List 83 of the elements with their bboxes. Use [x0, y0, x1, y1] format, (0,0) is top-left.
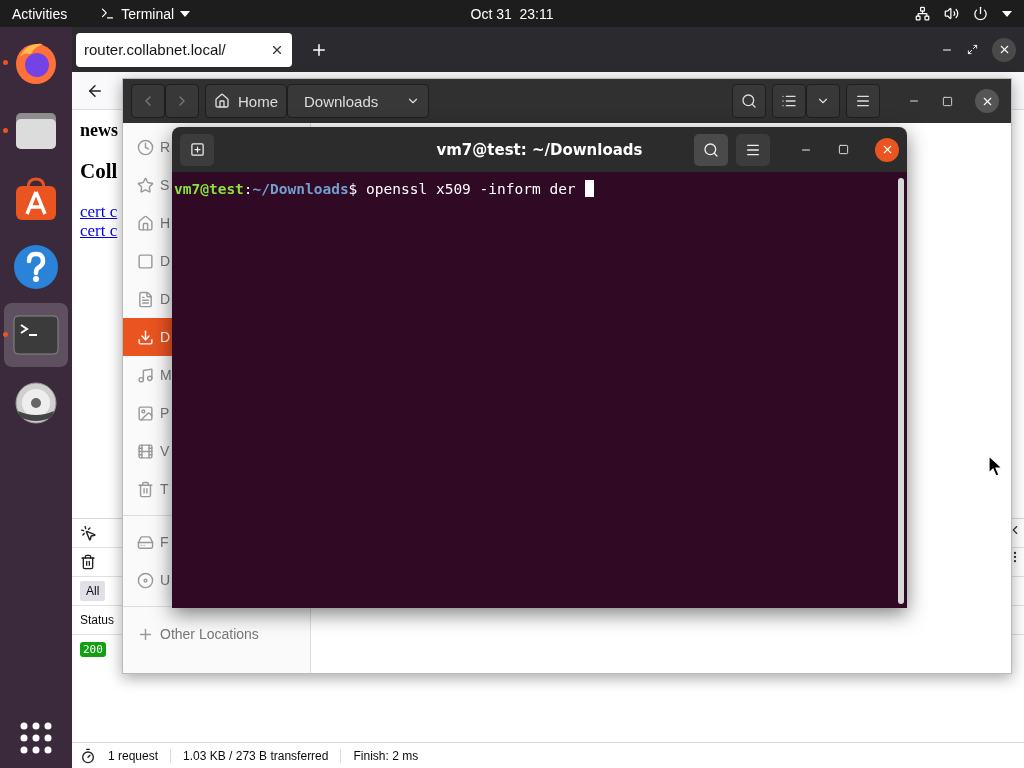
- sidebar-item[interactable]: V: [123, 432, 172, 470]
- scrollbar[interactable]: [898, 178, 904, 604]
- search-button[interactable]: [694, 133, 728, 166]
- clock-icon: [137, 138, 154, 156]
- maximize-icon[interactable]: [942, 95, 953, 107]
- status-text: Finish: 2 ms: [352, 748, 420, 763]
- power-icon[interactable]: [973, 6, 988, 21]
- path-label: Downloads: [304, 92, 379, 110]
- path-label: Home: [238, 92, 278, 110]
- column-header: Status: [80, 613, 115, 627]
- sidebar-item[interactable]: P: [123, 394, 172, 432]
- path-button[interactable]: Home: [205, 84, 287, 118]
- film-icon: [137, 442, 154, 460]
- clock-text: Oct 31 23:11: [470, 5, 554, 22]
- tab-title: router.collabnet.local/: [84, 41, 226, 58]
- caret-icon: [180, 10, 191, 17]
- download-icon: [137, 328, 154, 346]
- browser-tab[interactable]: router.collabnet.local/: [76, 32, 292, 67]
- close-button[interactable]: [992, 37, 1016, 62]
- home-icon: [137, 214, 154, 232]
- plus-icon: [189, 142, 205, 157]
- maximize-icon[interactable]: [838, 144, 849, 155]
- trash-icon: [137, 480, 154, 498]
- sidebar-item[interactable]: M: [123, 356, 172, 394]
- app-grid-icon[interactable]: [20, 722, 52, 754]
- new-tab-button[interactable]: [180, 133, 214, 166]
- sidebar-item[interactable]: S: [123, 166, 172, 204]
- menu-icon: [855, 93, 871, 109]
- mouse-pointer-icon: [988, 455, 1004, 477]
- trash-icon[interactable]: [80, 554, 96, 570]
- close-button[interactable]: [875, 137, 899, 162]
- status-badge: 200: [80, 642, 106, 657]
- app-menu[interactable]: Terminal: [100, 5, 191, 22]
- menu-button[interactable]: [846, 84, 880, 118]
- sidebar-item[interactable]: R: [123, 128, 172, 166]
- network-icon[interactable]: [915, 6, 930, 21]
- command-line: vm7@test:~/Downloads$ openssl x509 -inform der: [174, 180, 576, 197]
- sidebar-item[interactable]: H: [123, 204, 172, 242]
- path-button[interactable]: Downloads: [287, 84, 430, 118]
- folder-icon: [14, 111, 58, 151]
- text-cursor: [584, 180, 594, 197]
- status-text: 1 request: [96, 748, 172, 763]
- shopping-bag-icon: [13, 176, 59, 222]
- list-icon: [781, 93, 797, 109]
- element-picker-icon[interactable]: [80, 524, 97, 542]
- disc-icon: [137, 571, 154, 589]
- sidebar-item[interactable]: D: [123, 280, 172, 318]
- search-icon: [703, 141, 719, 158]
- sidebar-item[interactable]: Other Locations: [123, 623, 310, 645]
- page-link[interactable]: cert c: [80, 202, 118, 221]
- help-icon: [13, 244, 59, 290]
- volume-icon[interactable]: [944, 6, 959, 21]
- window-title: vm7@test: ~/Downloads: [436, 140, 643, 159]
- stopwatch-icon: [80, 747, 96, 764]
- star-icon: [137, 176, 154, 194]
- sidebar-item[interactable]: U: [123, 561, 172, 599]
- music-note-icon: [137, 366, 154, 384]
- app-name: Terminal: [121, 5, 175, 22]
- image-icon: [137, 404, 154, 422]
- search-button[interactable]: [732, 84, 766, 118]
- terminal-icon: [13, 315, 59, 355]
- restore-icon[interactable]: [967, 44, 978, 55]
- sidebar-item[interactable]: D: [123, 318, 172, 356]
- sidebar-item[interactable]: D: [123, 242, 172, 280]
- sidebar-item[interactable]: F: [123, 523, 172, 561]
- page-link[interactable]: cert c: [80, 221, 118, 240]
- page-heading: Coll: [80, 159, 119, 184]
- home-icon: [214, 93, 230, 109]
- status-text: 1.03 KB / 273 B transferred: [171, 748, 342, 763]
- desktop-icon: [137, 252, 154, 270]
- filter-button[interactable]: All: [80, 581, 106, 601]
- view-button[interactable]: [772, 84, 806, 118]
- page-heading: news: [80, 120, 119, 141]
- close-button[interactable]: [975, 89, 999, 113]
- terminal-icon: [100, 6, 116, 21]
- search-icon: [741, 93, 757, 109]
- drive-icon: [137, 533, 154, 551]
- sidebar-item[interactable]: T: [123, 470, 172, 508]
- menu-button[interactable]: [736, 133, 770, 166]
- caret-icon[interactable]: [1002, 10, 1012, 17]
- document-icon: [137, 290, 154, 308]
- activities-button[interactable]: Activities: [12, 5, 68, 22]
- disc-icon: [14, 381, 58, 425]
